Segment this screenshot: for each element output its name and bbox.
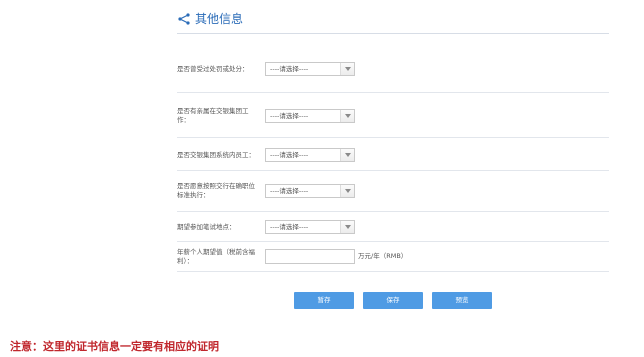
- row-divider: [177, 211, 609, 212]
- chevron-down-icon: [340, 221, 354, 233]
- position-standard-row: 是否愿意按照交行在确职位标准执行： ----请选择----: [177, 181, 609, 201]
- chevron-down-icon: [340, 63, 354, 75]
- salary-unit: 万元/年（RMB）: [358, 252, 408, 260]
- row-divider: [177, 137, 609, 138]
- position-standard-select[interactable]: ----请选择----: [265, 184, 355, 198]
- exam-location-select-value: ----请选择----: [270, 223, 309, 231]
- salary-input[interactable]: [265, 249, 355, 264]
- relatives-select-value: ----请选择----: [270, 112, 309, 120]
- salary-label: 年薪个人期望值（税前含福利）：: [177, 248, 255, 265]
- punishment-row: 是否曾受过处罚或处分： ----请选择----: [177, 62, 609, 76]
- row-divider: [177, 170, 609, 171]
- preview-button[interactable]: 预览: [432, 292, 492, 309]
- section-header: 其他信息: [177, 10, 243, 27]
- relatives-row: 是否有亲属在交银集团工作： ----请选择----: [177, 106, 609, 126]
- save-button[interactable]: 保存: [363, 292, 423, 309]
- employee-select-value: ----请选择----: [270, 151, 309, 159]
- salary-row: 年薪个人期望值（税前含福利）： 万元/年（RMB）: [177, 248, 609, 268]
- punishment-label: 是否曾受过处罚或处分：: [177, 65, 249, 73]
- chevron-down-icon: [340, 185, 354, 197]
- share-icon: [177, 12, 191, 26]
- employee-select[interactable]: ----请选择----: [265, 148, 355, 162]
- relatives-label: 是否有亲属在交银集团工作：: [177, 107, 249, 124]
- exam-location-row: 期望参加笔试地点： ----请选择----: [177, 220, 609, 234]
- employee-row: 是否交银集团系统内员工： ----请选择----: [177, 148, 609, 162]
- punishment-select-value: ----请选择----: [270, 65, 309, 73]
- position-standard-select-value: ----请选择----: [270, 187, 309, 195]
- certificate-note: 注意：这里的证书信息一定要有相应的证明: [10, 340, 219, 353]
- punishment-select[interactable]: ----请选择----: [265, 62, 355, 76]
- row-divider: [177, 271, 609, 272]
- employee-label: 是否交银集团系统内员工：: [177, 151, 255, 159]
- chevron-down-icon: [340, 149, 354, 161]
- row-divider: [177, 241, 609, 242]
- header-divider: [177, 33, 609, 34]
- exam-location-label: 期望参加笔试地点：: [177, 223, 236, 231]
- relatives-select[interactable]: ----请选择----: [265, 109, 355, 123]
- position-standard-label: 是否愿意按照交行在确职位标准执行：: [177, 182, 255, 199]
- draft-button[interactable]: 暂存: [294, 292, 354, 309]
- section-title: 其他信息: [195, 12, 244, 26]
- row-divider: [177, 92, 609, 93]
- chevron-down-icon: [340, 110, 354, 122]
- exam-location-select[interactable]: ----请选择----: [265, 220, 355, 234]
